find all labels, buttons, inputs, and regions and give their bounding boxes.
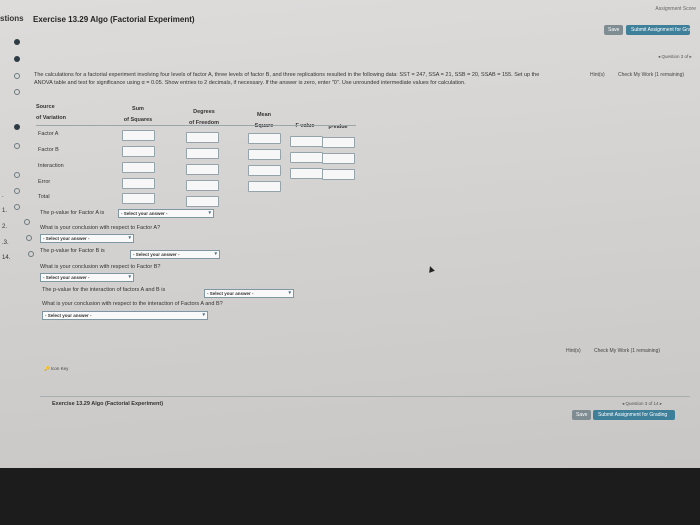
problem-line-1: The calculations for a factorial experim… bbox=[34, 72, 540, 78]
question-dot[interactable] bbox=[14, 73, 20, 79]
p-factor-b-input[interactable] bbox=[322, 153, 355, 164]
question-dot[interactable] bbox=[26, 235, 32, 241]
problem-line-2: ANOVA table and test for significance us… bbox=[34, 80, 466, 86]
submit-assignment-button[interactable]: Submit Assignment for Grading bbox=[626, 25, 690, 35]
assignment-score-label: Assignment Score bbox=[655, 6, 696, 12]
row-label-interaction: Interaction bbox=[38, 163, 64, 169]
question-dot[interactable] bbox=[14, 172, 20, 178]
row-label-error: Error bbox=[38, 179, 51, 185]
p-interaction-input[interactable] bbox=[322, 169, 355, 180]
question-dot[interactable] bbox=[14, 124, 20, 130]
row-label-factor-a: Factor A bbox=[38, 131, 59, 137]
f-interaction-input[interactable] bbox=[290, 168, 323, 179]
df-interaction-input[interactable] bbox=[186, 164, 219, 175]
p-value-factor-a-select[interactable]: - Select your answer - ▾ bbox=[118, 209, 214, 218]
ss-interaction-input[interactable] bbox=[122, 162, 155, 173]
row-label-factor-b: Factor B bbox=[38, 147, 59, 153]
p-value-interaction-text: The p-value for the interaction of facto… bbox=[42, 287, 166, 293]
ss-factor-b-input[interactable] bbox=[122, 146, 155, 157]
p-value-factor-a-text: The p-value for Factor A is bbox=[40, 210, 105, 216]
top-bar: stions Exercise 13.29 Algo (Factorial Ex… bbox=[0, 0, 700, 35]
ms-interaction-input[interactable] bbox=[248, 165, 281, 176]
save-button[interactable]: Save bbox=[604, 25, 624, 35]
header-source: Source of Variation bbox=[36, 104, 66, 121]
bottom-submit-assignment-button[interactable]: Submit Assignment for Grading bbox=[593, 410, 675, 420]
footer-exercise-title: Exercise 13.29 Algo (Factorial Experimen… bbox=[52, 401, 164, 407]
f-factor-b-input[interactable] bbox=[290, 152, 323, 163]
chevron-down-icon: ▾ bbox=[128, 274, 131, 280]
footer-divider bbox=[40, 396, 690, 397]
ss-factor-a-input[interactable] bbox=[122, 130, 155, 141]
screen: stions Exercise 13.29 Algo (Factorial Ex… bbox=[0, 0, 700, 468]
exercise-title: Exercise 13.29 Algo (Factorial Experimen… bbox=[33, 15, 195, 24]
table-header-divider bbox=[36, 125, 356, 126]
question-dot[interactable] bbox=[14, 39, 20, 45]
ms-factor-b-input[interactable] bbox=[248, 149, 281, 160]
p-value-factor-b-select[interactable]: - Select your answer - ▾ bbox=[130, 250, 220, 259]
chevron-down-icon: ▾ bbox=[288, 290, 291, 296]
question-dot[interactable] bbox=[14, 188, 20, 194]
question-number[interactable]: 2. bbox=[2, 224, 7, 230]
p-factor-a-input[interactable] bbox=[322, 137, 355, 148]
question-nav[interactable]: ◂ Question 3 of ▸ bbox=[658, 54, 692, 60]
conclusion-interaction-text: What is your conclusion with respect to … bbox=[42, 301, 223, 307]
question-dot[interactable] bbox=[28, 251, 34, 257]
header-mean-square: Mean Square bbox=[254, 112, 274, 129]
df-total-input[interactable] bbox=[186, 196, 219, 207]
key-icon: 🔑 bbox=[44, 366, 50, 371]
header-sum-of-squares: Sum of Squares bbox=[123, 106, 153, 123]
p-value-factor-b-text: The p-value for Factor B is bbox=[40, 248, 105, 254]
chevron-down-icon: ▾ bbox=[208, 210, 211, 216]
ss-error-input[interactable] bbox=[122, 178, 155, 189]
question-number[interactable]: .3. bbox=[2, 240, 9, 246]
icon-key-link[interactable]: 🔑 Icon Key bbox=[44, 366, 68, 372]
chevron-down-icon: ▾ bbox=[214, 251, 217, 257]
chevron-down-icon: ▾ bbox=[202, 312, 205, 318]
chevron-down-icon: ▾ bbox=[128, 235, 131, 241]
question-dot[interactable] bbox=[14, 204, 20, 210]
conclusion-factor-a-text: What is your conclusion with respect to … bbox=[40, 225, 161, 231]
question-dot[interactable] bbox=[14, 143, 20, 149]
df-error-input[interactable] bbox=[186, 180, 219, 191]
conclusion-factor-a-select[interactable]: - Select your answer - ▾ bbox=[40, 234, 134, 243]
bottom-check-my-work-link[interactable]: Check My Work (1 remaining) bbox=[594, 348, 660, 354]
question-number[interactable]: . bbox=[2, 193, 4, 199]
bottom-save-button[interactable]: Save bbox=[572, 410, 592, 420]
ss-total-input[interactable] bbox=[122, 193, 155, 204]
row-label-total: Total bbox=[38, 194, 50, 200]
question-number[interactable]: 14. bbox=[2, 255, 10, 261]
conclusion-factor-b-text: What is your conclusion with respect to … bbox=[40, 264, 161, 270]
df-factor-b-input[interactable] bbox=[186, 148, 219, 159]
header-f-value: F value bbox=[295, 123, 315, 129]
mouse-cursor-icon bbox=[427, 265, 435, 273]
ms-error-input[interactable] bbox=[248, 181, 281, 192]
question-dot[interactable] bbox=[14, 89, 20, 95]
conclusion-factor-b-select[interactable]: - Select your answer - ▾ bbox=[40, 273, 134, 282]
question-dot[interactable] bbox=[14, 56, 20, 62]
ms-factor-a-input[interactable] bbox=[248, 133, 281, 144]
p-value-interaction-select[interactable]: - Select your answer - ▾ bbox=[204, 289, 294, 298]
bottom-hints-link[interactable]: Hint(s) bbox=[566, 348, 581, 354]
conclusion-interaction-select[interactable]: - Select your answer - ▾ bbox=[42, 311, 208, 320]
question-number[interactable]: 1. bbox=[2, 208, 7, 214]
questions-title: stions bbox=[0, 14, 24, 23]
df-factor-a-input[interactable] bbox=[186, 132, 219, 143]
f-factor-a-input[interactable] bbox=[290, 136, 323, 147]
question-dot[interactable] bbox=[24, 219, 30, 225]
bottom-question-nav[interactable]: ◂ Question 3 of 14 ▸ bbox=[622, 401, 662, 407]
